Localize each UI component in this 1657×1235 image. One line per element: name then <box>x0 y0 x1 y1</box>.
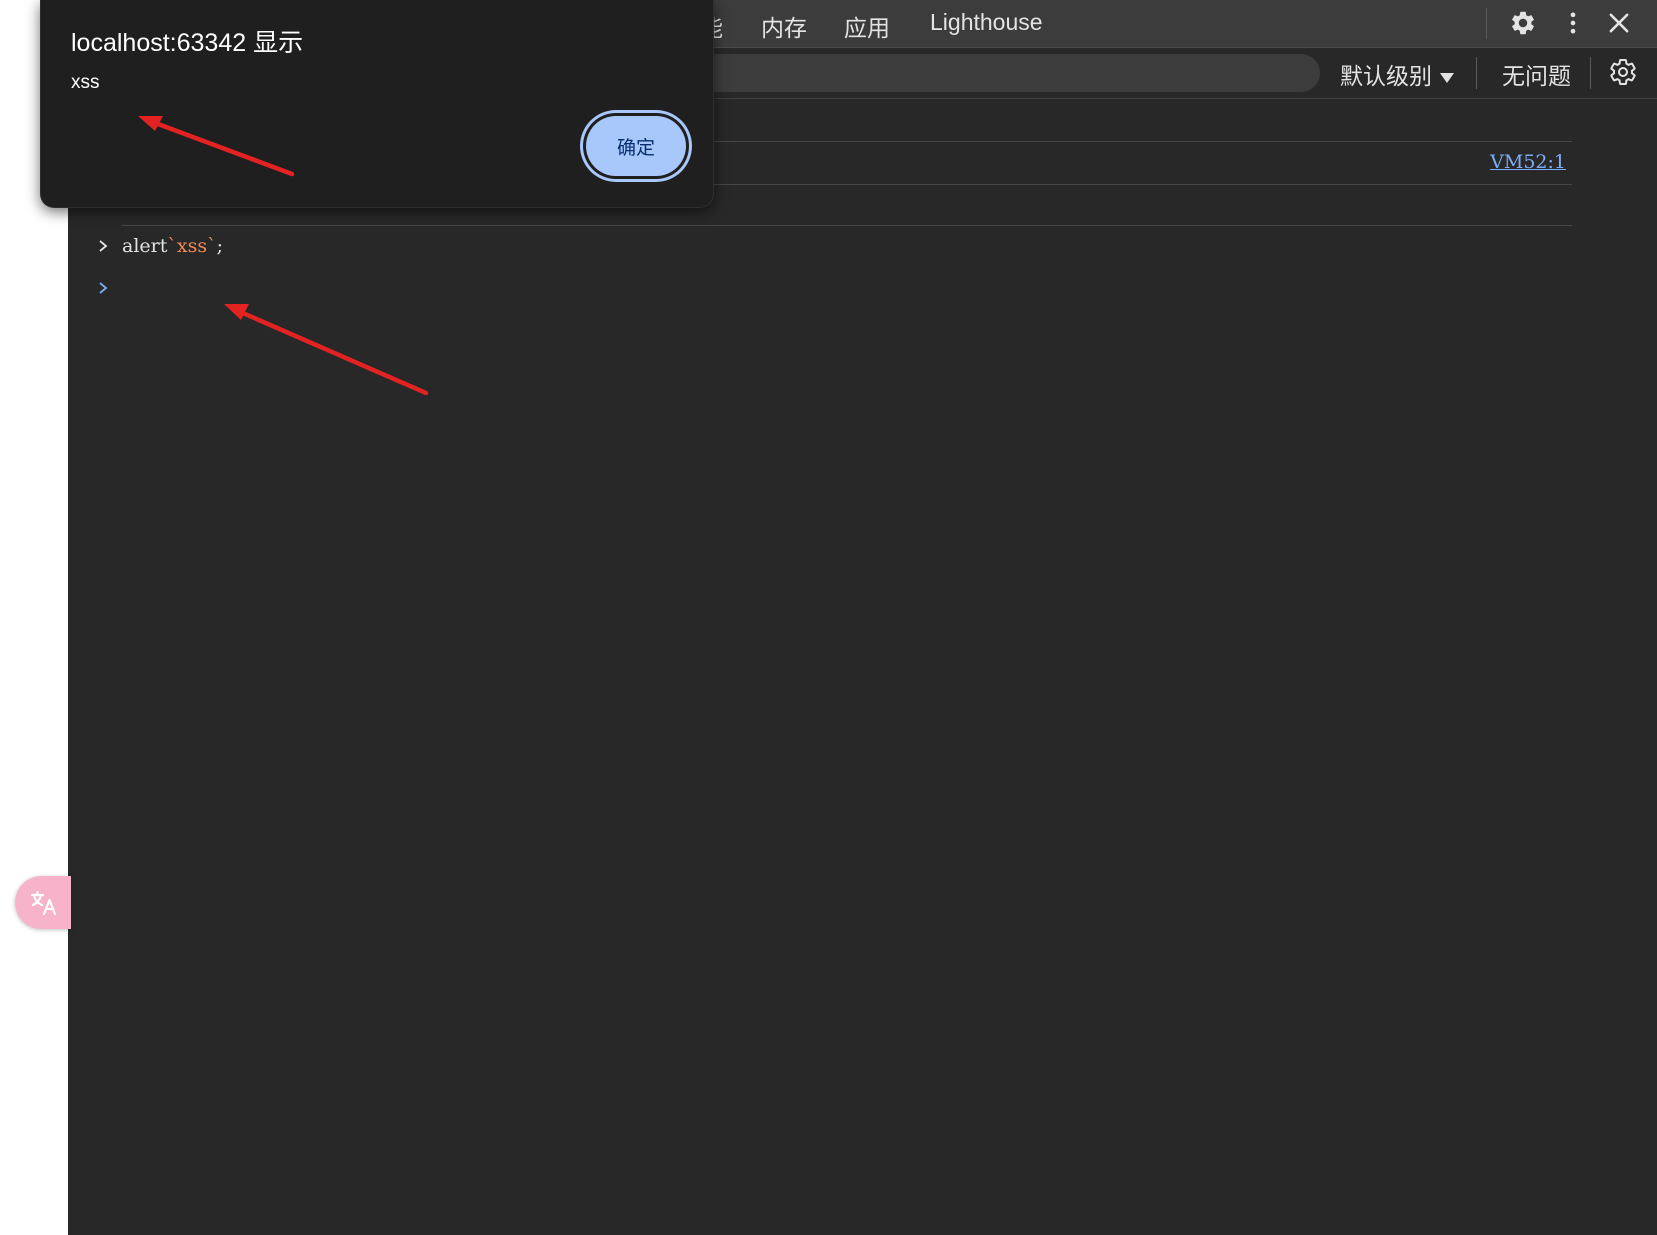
caret-down-icon <box>1440 72 1454 83</box>
issues-button[interactable]: 无问题 <box>1502 57 1571 91</box>
toolbar-divider <box>1590 57 1591 89</box>
dialog-message: xss <box>71 72 100 93</box>
source-link[interactable]: VM52:1 <box>1490 151 1566 173</box>
tab-lighthouse[interactable]: Lighthouse <box>930 9 1043 36</box>
tabbar-divider <box>1486 8 1487 39</box>
tab-application[interactable]: 应用 <box>844 9 890 43</box>
command-backtick-close: ` <box>207 235 217 257</box>
command-chevron-icon <box>99 240 108 252</box>
translate-widget[interactable] <box>15 876 71 929</box>
log-level-dropdown[interactable]: 默认级别 <box>1340 57 1454 91</box>
command-text: alert`xss`; <box>122 235 223 257</box>
command-backtick-open: ` <box>167 235 177 257</box>
translate-icon <box>30 890 57 916</box>
close-icon[interactable] <box>1605 9 1633 37</box>
console-divider <box>122 225 1572 226</box>
more-vert-icon[interactable] <box>1559 9 1587 37</box>
ok-button[interactable]: 确定 <box>586 116 686 176</box>
dialog-title: localhost:63342 显示 <box>71 29 304 57</box>
tab-memory[interactable]: 内存 <box>761 9 807 43</box>
log-level-label: 默认级别 <box>1340 63 1432 89</box>
gear-icon[interactable] <box>1509 9 1537 37</box>
toolbar-divider <box>1476 57 1477 89</box>
alert-dialog: localhost:63342 显示 xss 确定 <box>40 0 714 208</box>
prompt-chevron-icon <box>99 282 108 294</box>
command-function: alert <box>122 235 168 257</box>
console-prompt-row[interactable] <box>99 275 1572 305</box>
command-semicolon: ; <box>216 235 223 257</box>
command-string: xss <box>176 235 208 257</box>
console-command-row: alert`xss`; <box>99 233 1572 265</box>
gear-icon[interactable] <box>1608 57 1638 87</box>
